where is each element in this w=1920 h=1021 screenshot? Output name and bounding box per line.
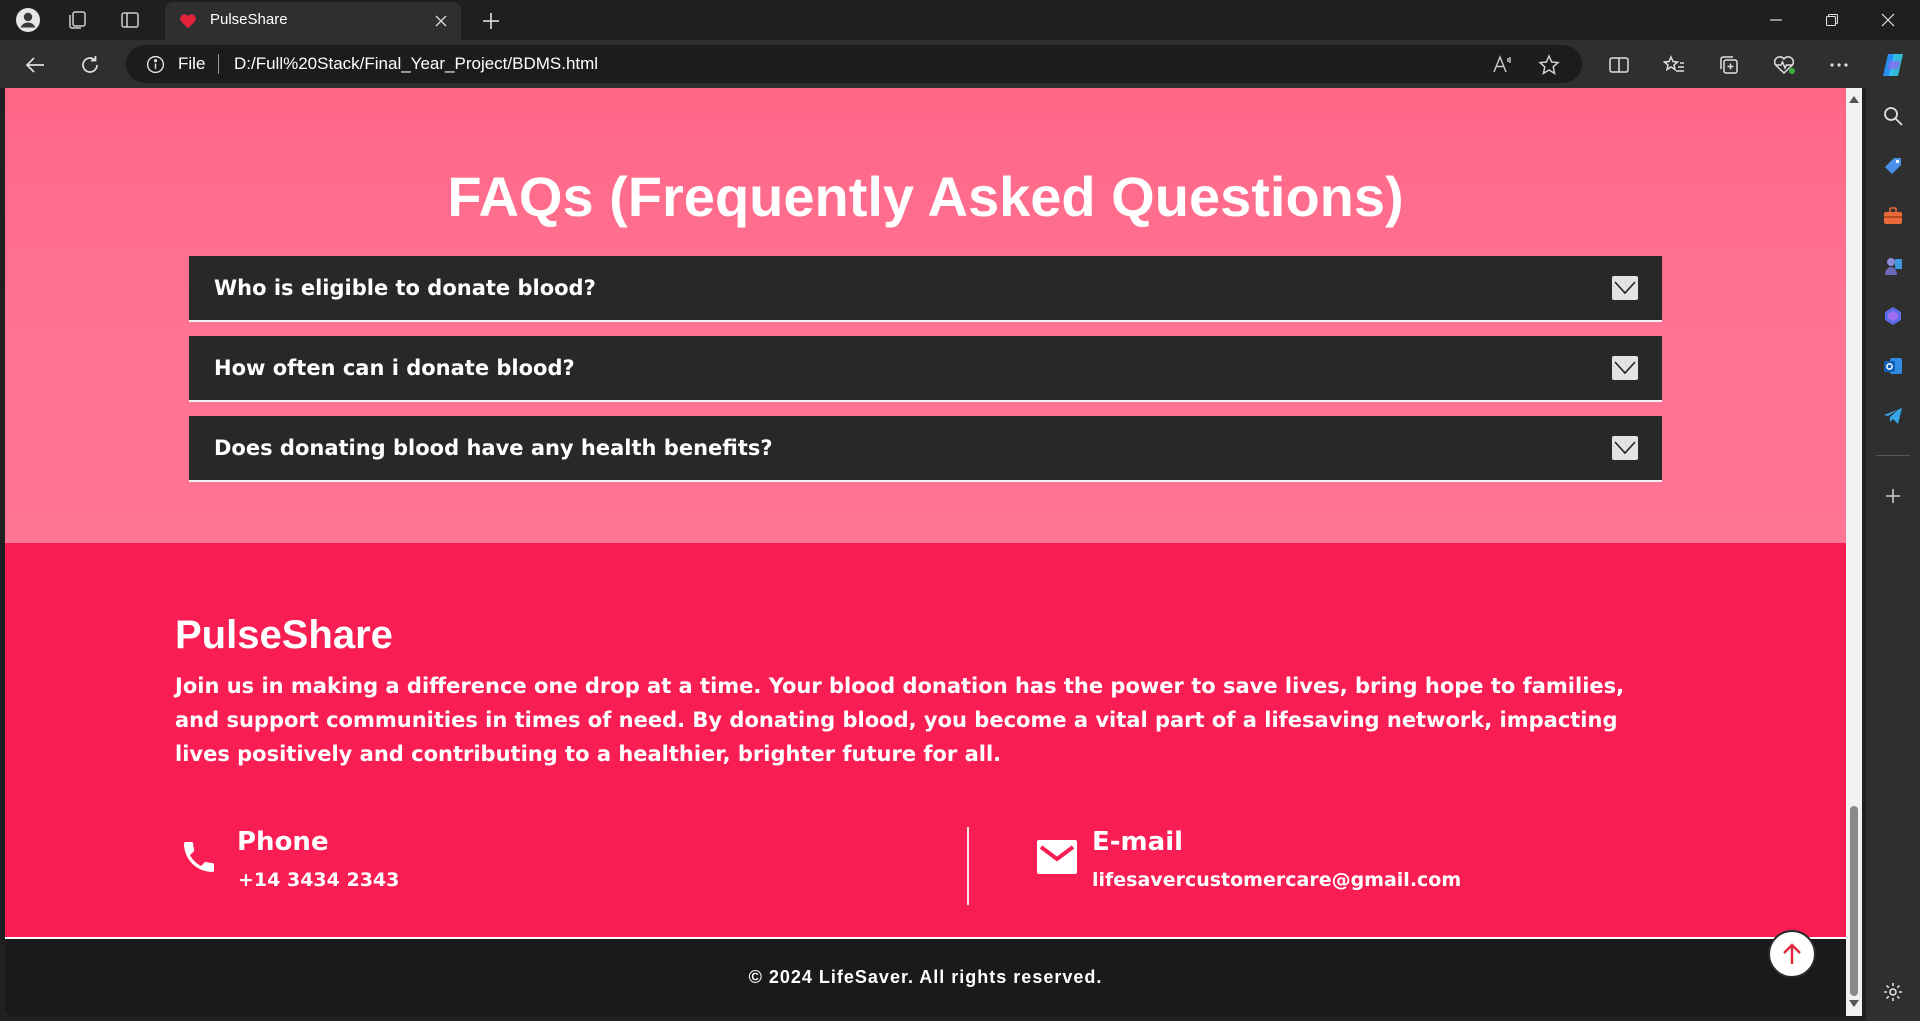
- faq-item[interactable]: Who is eligible to donate blood?: [189, 256, 1662, 322]
- site-footer: PulseShare Join us in making a differenc…: [5, 543, 1846, 937]
- browser-essentials-icon[interactable]: [1767, 48, 1801, 82]
- shopping-tag-icon[interactable]: [1879, 152, 1907, 180]
- tab-actions-icon[interactable]: [115, 5, 145, 35]
- collections-icon[interactable]: [1712, 48, 1746, 82]
- email-label: E-mail: [1092, 827, 1184, 857]
- back-to-top-button[interactable]: [1768, 930, 1816, 978]
- phone-value[interactable]: +14 3434 2343: [238, 869, 399, 891]
- email-value[interactable]: lifesavercustomercare@gmail.com: [1092, 869, 1461, 891]
- close-icon[interactable]: [429, 9, 453, 33]
- address-url[interactable]: D:/Full%20Stack/Final_Year_Project/BDMS.…: [234, 54, 598, 74]
- address-bar[interactable]: File D:/Full%20Stack/Final_Year_Project/…: [126, 45, 1582, 83]
- profile-icon[interactable]: [13, 5, 43, 35]
- restore-icon[interactable]: [1804, 0, 1860, 40]
- sidebar-divider: [1876, 455, 1910, 456]
- scroll-down-arrow[interactable]: [1849, 1000, 1859, 1007]
- faq-title: FAQs (Frequently Asked Questions): [447, 165, 1404, 228]
- phone-icon: [177, 835, 221, 879]
- mail-icon: [1035, 835, 1079, 879]
- chevron-down-icon[interactable]: [1612, 276, 1638, 300]
- browser-sidebar: [1866, 88, 1920, 1021]
- chevron-down-icon[interactable]: [1612, 436, 1638, 460]
- faq-item[interactable]: How often can i donate blood?: [189, 336, 1662, 402]
- close-window-icon[interactable]: [1860, 0, 1916, 40]
- refresh-icon[interactable]: [73, 48, 107, 82]
- page-scrollbar[interactable]: [1846, 88, 1862, 1016]
- copilot-icon[interactable]: [1876, 48, 1910, 82]
- add-icon[interactable]: [1879, 482, 1907, 510]
- address-scheme: File: [178, 54, 206, 73]
- faq-question: How often can i donate blood?: [214, 356, 575, 380]
- settings-icon[interactable]: [1879, 978, 1907, 1006]
- faq-item[interactable]: Does donating blood have any health bene…: [189, 416, 1662, 482]
- browser-toolbar: File D:/Full%20Stack/Final_Year_Project/…: [0, 40, 1920, 88]
- favorite-star-icon[interactable]: [1536, 52, 1562, 78]
- info-icon[interactable]: [146, 55, 165, 74]
- faq-question: Who is eligible to donate blood?: [214, 276, 596, 300]
- browser-titlebar: PulseShare: [0, 0, 1920, 40]
- tools-icon[interactable]: [1879, 202, 1907, 230]
- split-screen-icon[interactable]: [1602, 48, 1636, 82]
- plus-icon[interactable]: [476, 6, 506, 36]
- copyright-text: © 2024 LifeSaver. All rights reserved.: [748, 967, 1103, 987]
- scrollbar-thumb[interactable]: [1850, 806, 1858, 996]
- workspaces-icon[interactable]: [62, 5, 92, 35]
- search-icon[interactable]: [1879, 102, 1907, 130]
- chevron-down-icon[interactable]: [1612, 356, 1638, 380]
- microsoft365-icon[interactable]: [1879, 302, 1907, 330]
- page-viewport: FAQs (Frequently Asked Questions) Who is…: [5, 88, 1846, 1016]
- tab-title: PulseShare: [210, 11, 288, 28]
- footer-about-text: Join us in making a difference one drop …: [175, 674, 1625, 766]
- arrow-up-icon: [1783, 943, 1801, 964]
- telegram-icon[interactable]: [1879, 402, 1907, 430]
- games-icon[interactable]: [1879, 252, 1907, 280]
- read-aloud-icon[interactable]: [1490, 52, 1516, 78]
- heart-favicon-icon: [180, 14, 196, 29]
- browser-tab-active[interactable]: PulseShare: [165, 2, 461, 40]
- minimize-icon[interactable]: [1748, 0, 1804, 40]
- footer-brand: PulseShare: [175, 613, 393, 657]
- faq-section: FAQs (Frequently Asked Questions) Who is…: [5, 88, 1846, 543]
- faq-question: Does donating blood have any health bene…: [214, 436, 773, 460]
- copyright-bar: © 2024 LifeSaver. All rights reserved.: [5, 937, 1846, 1016]
- scroll-up-arrow[interactable]: [1849, 96, 1859, 103]
- contact-divider: [967, 827, 969, 905]
- favorites-icon[interactable]: [1657, 48, 1691, 82]
- back-icon[interactable]: [18, 48, 52, 82]
- address-separator: [218, 54, 219, 74]
- outlook-icon[interactable]: [1879, 352, 1907, 380]
- phone-label: Phone: [237, 827, 329, 857]
- more-icon[interactable]: [1822, 48, 1856, 82]
